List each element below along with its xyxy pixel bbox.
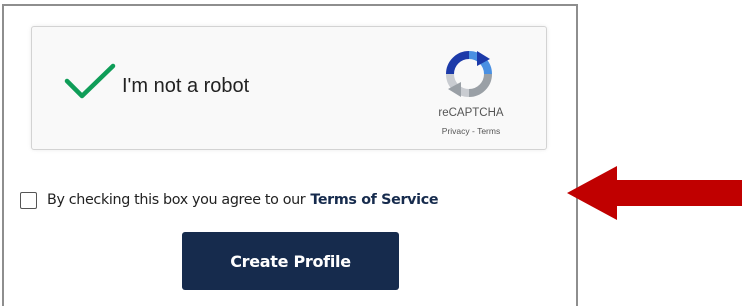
terms-agreement-row: By checking this box you agree to our Te…: [20, 189, 439, 211]
left-arrow-icon: [567, 166, 742, 220]
signup-form-panel: I'm not a robot reCAPTCHA Privacy - Term…: [2, 4, 578, 306]
create-profile-button[interactable]: Create Profile: [182, 232, 399, 290]
recaptcha-label: I'm not a robot: [122, 75, 250, 97]
recaptcha-widget[interactable]: I'm not a robot reCAPTCHA Privacy - Term…: [31, 26, 547, 150]
recaptcha-brand-text: reCAPTCHA: [438, 107, 504, 119]
terms-checkbox[interactable]: [20, 191, 37, 209]
recaptcha-privacy-terms-links[interactable]: Privacy - Terms: [418, 126, 524, 136]
recaptcha-logo-icon: [446, 51, 492, 97]
checkmark-icon[interactable]: [62, 61, 118, 101]
terms-agreement-text: By checking this box you agree to our: [47, 192, 306, 208]
terms-of-service-link[interactable]: Terms of Service: [310, 192, 438, 208]
screenshot: I'm not a robot reCAPTCHA Privacy - Term…: [0, 0, 742, 306]
